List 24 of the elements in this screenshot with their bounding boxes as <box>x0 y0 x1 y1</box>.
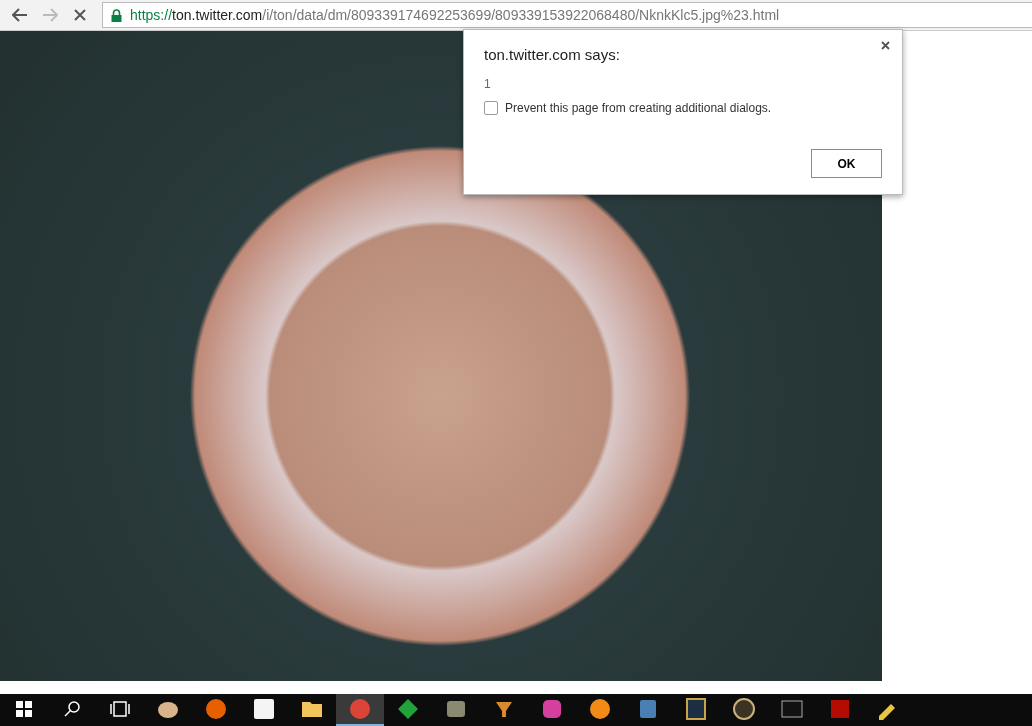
dialog-title: ton.twitter.com says: <box>484 46 621 63</box>
url-scheme: https:// <box>130 7 173 23</box>
grid-icon <box>253 698 275 720</box>
app-icon <box>589 698 611 720</box>
ok-button[interactable]: OK <box>811 149 882 178</box>
url-host: ton.twitter.com <box>172 7 263 23</box>
checkbox-label: Prevent this page from creating additional dialogs. <box>505 101 772 115</box>
windows-logo-icon <box>16 701 32 717</box>
letter-tile-icon <box>685 698 707 720</box>
address-field[interactable]: https://ton.twitter.com/i/ton/data/dm/809339174692253699/809339153922068480/NknkKlc5.jpg%23.html <box>102 2 1032 28</box>
checkbox[interactable] <box>484 101 498 115</box>
dialog-message: 1 <box>484 77 492 91</box>
search-icon <box>64 701 80 717</box>
close-icon <box>881 41 890 50</box>
browser-icon <box>349 698 371 720</box>
terminal-icon <box>781 698 803 720</box>
diamond-icon <box>397 698 419 720</box>
globe-icon <box>205 698 227 720</box>
url-path: /i/ton/data/dm/809339174692253699/809339153922068480/NknkKlc5.jpg%23.html <box>262 7 780 23</box>
pdf-icon <box>829 698 851 720</box>
badge-icon <box>445 698 467 720</box>
task-view-icon <box>110 701 130 717</box>
round-emblem-icon <box>733 698 755 720</box>
app-icon <box>541 698 563 720</box>
